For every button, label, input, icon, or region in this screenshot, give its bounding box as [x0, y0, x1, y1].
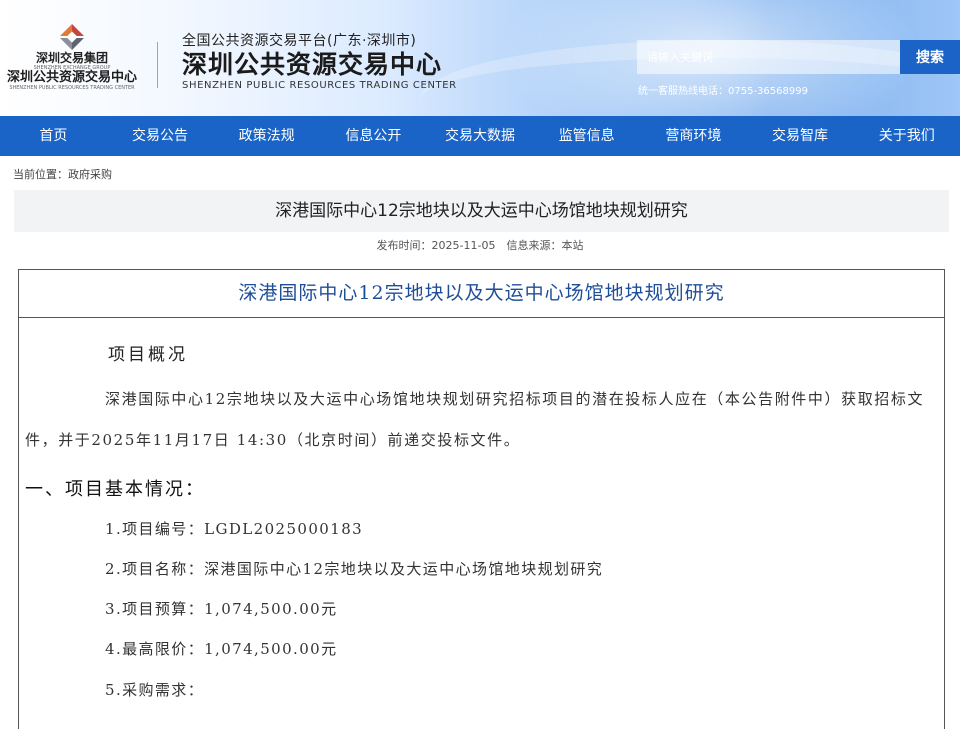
- article-content: 深港国际中心12宗地块以及大运中心场馆地块规划研究 项目概况 深港国际中心12宗…: [18, 269, 945, 729]
- site-header: 深圳交易集团 SHENZHEN EXCHANGE GROUP 深圳公共资源交易中…: [0, 0, 960, 116]
- logo-center-name: 深圳公共资源交易中心: [6, 70, 137, 85]
- logo-divider: [157, 42, 158, 88]
- breadcrumb[interactable]: 当前位置：政府采购: [0, 156, 960, 190]
- group-logo-icon: [60, 24, 84, 50]
- list-item-project-budget: 3.项目预算：1,074,500.00元: [105, 600, 338, 618]
- nav-item-disclosure[interactable]: 信息公开: [320, 116, 427, 156]
- group-logo[interactable]: 深圳交易集团 SHENZHEN EXCHANGE GROUP 深圳公共资源交易中…: [2, 22, 142, 94]
- platform-title-block: 全国公共资源交易平台(广东·深圳市) 深圳公共资源交易中心 SHENZHEN P…: [182, 32, 457, 92]
- section-basic-heading: 一、项目基本情况：: [25, 479, 205, 500]
- content-inner-title: 深港国际中心12宗地块以及大运中心场馆地块规划研究: [19, 270, 944, 318]
- list-item-project-number: 1.项目编号：LGDL2025000183: [105, 520, 364, 538]
- nav-item-business-environment[interactable]: 营商环境: [640, 116, 747, 156]
- nav-item-think-tank[interactable]: 交易智库: [747, 116, 854, 156]
- list-item-max-price: 4.最高限价：1,074,500.00元: [105, 640, 338, 658]
- overview-paragraph: 深港国际中心12宗地块以及大运中心场馆地块规划研究招标项目的潜在投标人应在（本公…: [25, 390, 925, 449]
- nav-item-home[interactable]: 首页: [0, 116, 107, 156]
- nav-item-big-data[interactable]: 交易大数据: [427, 116, 534, 156]
- search-input[interactable]: [637, 40, 900, 74]
- list-item-project-name: 2.项目名称：深港国际中心12宗地块以及大运中心场馆地块规划研究: [105, 560, 604, 578]
- logo-group-name: 深圳交易集团: [35, 51, 108, 65]
- article-title: 深港国际中心12宗地块以及大运中心场馆地块规划研究: [14, 190, 949, 232]
- search-button[interactable]: 搜索: [900, 40, 960, 74]
- platform-title: 深圳公共资源交易中心: [182, 50, 443, 79]
- nav-item-announcements[interactable]: 交易公告: [107, 116, 214, 156]
- nav-item-supervision[interactable]: 监管信息: [533, 116, 640, 156]
- search-box: 搜索: [637, 40, 960, 74]
- nav-item-about-us[interactable]: 关于我们: [853, 116, 960, 156]
- article-meta: 发布时间：2025-11-05 信息来源：本站: [376, 239, 584, 252]
- platform-title-en: SHENZHEN PUBLIC RESOURCES TRADING CENTER: [182, 80, 457, 91]
- hotline-text: 统一客服热线电话：0755-36568999: [638, 86, 808, 97]
- main-nav: 首页 交易公告 政策法规 信息公开 交易大数据 监管信息 营商环境 交易智库 关…: [0, 116, 960, 156]
- nav-item-policies[interactable]: 政策法规: [213, 116, 320, 156]
- platform-subtitle: 全国公共资源交易平台(广东·深圳市): [182, 33, 417, 49]
- section-overview-heading: 项目概况: [108, 345, 188, 365]
- logo-center-en: SHENZHEN PUBLIC RESOURCES TRADING CENTER: [9, 85, 135, 91]
